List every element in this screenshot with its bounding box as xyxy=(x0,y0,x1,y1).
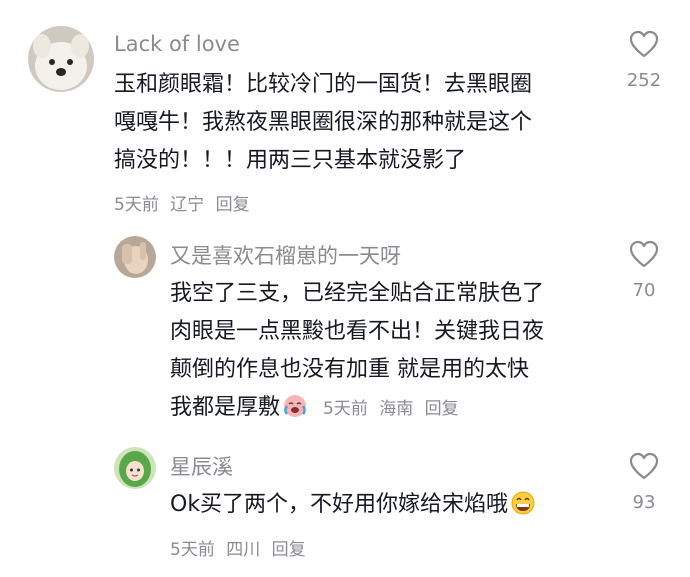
like-button[interactable]: 252 xyxy=(614,30,674,91)
comment-text: Ok买了两个，不好用你嫁给宋焰哦 xyxy=(170,486,536,524)
heart-outline-icon[interactable] xyxy=(629,452,659,480)
green-hair-girl-avatar xyxy=(114,447,156,489)
comment-meta: 5天前 辽宁 回复 xyxy=(114,190,256,215)
comment-line: 搞没的！！！用两三只基本就没影了 xyxy=(114,148,467,173)
username[interactable]: 又是喜欢石榴崽的一天呀 xyxy=(170,240,401,270)
comment-line: 我空了三支，已经完全贴合正常肤色了 xyxy=(170,281,545,306)
reply-button[interactable]: 回复 xyxy=(216,195,250,215)
comment-line: 我都是厚敷 5天前 海南 回复 xyxy=(170,389,544,428)
location: 辽宁 xyxy=(170,195,205,215)
reply-button[interactable]: 回复 xyxy=(272,540,306,560)
like-button[interactable]: 93 xyxy=(614,452,674,513)
like-count: 93 xyxy=(632,492,656,513)
timestamp: 5天前 xyxy=(323,399,368,419)
location: 海南 xyxy=(379,399,414,419)
username[interactable]: 星辰溪 xyxy=(170,451,233,481)
hand-photo-avatar xyxy=(114,236,156,278)
timestamp: 5天前 xyxy=(114,195,159,215)
white-puppy-avatar xyxy=(28,26,94,92)
comment-line: Ok买了两个，不好用你嫁给宋焰哦 xyxy=(170,492,509,517)
comment-text: 我空了三支，已经完全贴合正常肤色了 肉眼是一点黑黢也看不出！关键我日夜 颠倒的作… xyxy=(170,275,544,428)
reply-button[interactable]: 回复 xyxy=(425,399,459,419)
like-button[interactable]: 70 xyxy=(614,240,674,301)
comment-line: 肉眼是一点黑黢也看不出！关键我日夜 xyxy=(170,319,545,344)
grinning-emoji xyxy=(511,491,535,515)
crying-laughing-emoji xyxy=(284,395,307,417)
comment-meta: 5天前 四川 回复 xyxy=(170,535,312,560)
like-count: 252 xyxy=(626,70,662,91)
avatar[interactable] xyxy=(28,26,94,92)
comment-line: 玉和颜眼霜！比较冷门的一国货！去黑眼圈 xyxy=(114,72,533,97)
comment-line-text: 我都是厚敷 xyxy=(170,395,281,420)
avatar[interactable] xyxy=(114,236,156,278)
comment-meta: 5天前 海南 回复 xyxy=(323,399,465,419)
location: 四川 xyxy=(226,540,261,560)
comment-line: 颠倒的作息也没有加重 就是用的太快 xyxy=(170,357,529,382)
username[interactable]: Lack of love xyxy=(114,32,240,56)
timestamp: 5天前 xyxy=(170,540,215,560)
heart-outline-icon[interactable] xyxy=(629,240,659,268)
avatar[interactable] xyxy=(114,447,156,489)
comment-text: 玉和颜眼霜！比较冷门的一国货！去黑眼圈 嘎嘎牛！我熬夜黑眼圈很深的那种就是这个 … xyxy=(114,66,532,180)
comment-line: 嘎嘎牛！我熬夜黑眼圈很深的那种就是这个 xyxy=(114,110,533,135)
like-count: 70 xyxy=(632,280,656,301)
heart-outline-icon[interactable] xyxy=(629,30,659,58)
